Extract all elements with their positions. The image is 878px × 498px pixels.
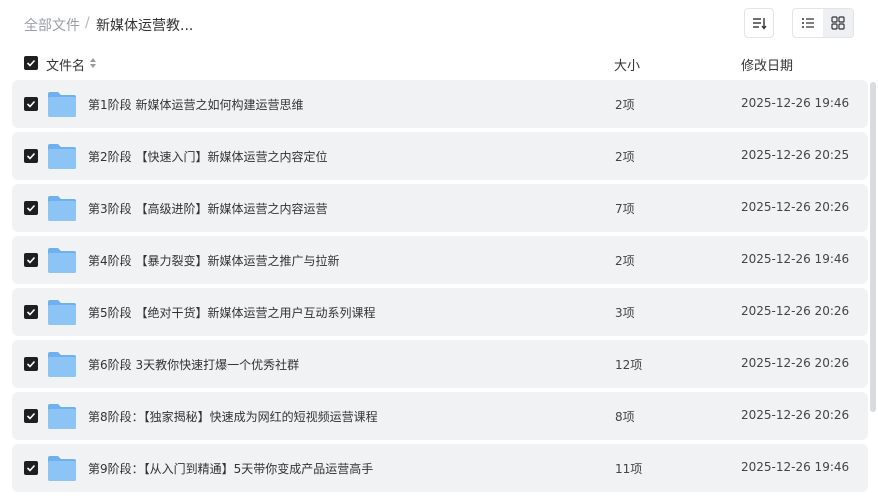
file-size: 2项 (615, 98, 635, 112)
row-checkbox[interactable] (24, 201, 38, 215)
file-date: 2025-12-26 19:46 (741, 96, 850, 110)
file-row[interactable]: 第9阶段：【从入门到精通】5天带你变成产品运营高手 11项 2025-12-26 1… (12, 444, 868, 492)
row-checkbox[interactable] (24, 357, 38, 371)
folder-icon (48, 196, 76, 221)
file-name[interactable]: 第4阶段 【暴力裂变】新媒体运营之推广与拉新 (88, 252, 339, 269)
folder-icon (48, 404, 76, 429)
row-checkbox[interactable] (24, 149, 38, 163)
file-name[interactable]: 第5阶段 【绝对干货】新媒体运营之用户互动系列课程 (88, 304, 375, 321)
check-icon (26, 308, 36, 316)
check-icon (26, 464, 36, 472)
file-size: 7项 (615, 202, 635, 216)
folder-icon (48, 300, 76, 325)
file-date: 2025-12-26 20:26 (741, 200, 850, 214)
file-name[interactable]: 第6阶段 3天教你快速打爆一个优秀社群 (88, 356, 299, 373)
file-date: 2025-12-26 20:26 (741, 304, 850, 318)
row-checkbox[interactable] (24, 461, 38, 475)
file-name[interactable]: 第9阶段：【从入门到精通】5天带你变成产品运营高手 (88, 460, 373, 477)
column-date-header[interactable]: 修改日期 (741, 55, 793, 74)
grid-view-icon (831, 16, 845, 30)
row-checkbox[interactable] (24, 409, 38, 423)
file-size: 8项 (615, 410, 635, 424)
check-icon (26, 100, 36, 108)
file-size: 2项 (615, 150, 635, 164)
file-row[interactable]: 第3阶段 【高级进阶】新媒体运营之内容运营 7项 2025-12-26 20:26 (12, 184, 868, 232)
file-size: 2项 (615, 254, 635, 268)
row-checkbox[interactable] (24, 253, 38, 267)
file-size: 3项 (615, 306, 635, 320)
file-size: 12项 (615, 358, 643, 372)
grid-view-button[interactable] (823, 9, 853, 37)
folder-icon (48, 248, 76, 273)
sort-button[interactable] (744, 8, 774, 38)
row-checkbox[interactable] (24, 305, 38, 319)
sort-list-icon (753, 18, 767, 30)
file-name[interactable]: 第2阶段 【快速入门】新媒体运营之内容定位 (88, 148, 327, 165)
folder-icon (48, 456, 76, 481)
folder-icon (48, 92, 76, 117)
file-size: 11项 (615, 462, 643, 476)
check-icon (26, 59, 36, 67)
file-row[interactable]: 第8阶段：【独家揭秘】快速成为网红的短视频运营课程 8项 2025-12-26 20… (12, 392, 868, 440)
file-row[interactable]: 第5阶段 【绝对干货】新媒体运营之用户互动系列课程 3项 2025-12-26 20… (12, 288, 868, 336)
breadcrumb-current: 新媒体运营教... (96, 18, 194, 34)
list-view-button[interactable] (793, 9, 823, 37)
file-date: 2025-12-26 20:26 (741, 356, 850, 370)
column-header-row: 文件名 大小 修改日期 (0, 50, 878, 78)
row-checkbox[interactable] (24, 97, 38, 111)
file-name[interactable]: 第8阶段：【独家揭秘】快速成为网红的短视频运营课程 (88, 408, 378, 425)
breadcrumb-root[interactable]: 全部文件 (24, 15, 80, 35)
list-view-icon (802, 18, 814, 28)
file-row[interactable]: 第4阶段 【暴力裂变】新媒体运营之推广与拉新 2项 2025-12-26 19:46 (12, 236, 868, 284)
check-icon (26, 204, 36, 212)
file-row[interactable]: 第6阶段 3天教你快速打爆一个优秀社群 12项 2025-12-26 20:26 (12, 340, 868, 388)
check-icon (26, 152, 36, 160)
file-date: 2025-12-26 19:46 (741, 460, 850, 474)
file-row[interactable]: 第2阶段 【快速入门】新媒体运营之内容定位 2项 2025-12-26 20:25 (12, 132, 868, 180)
check-icon (26, 360, 36, 368)
file-row[interactable]: 第1阶段 新媒体运营之如何构建运营思维 2项 2025-12-26 19:46 (12, 80, 868, 128)
sort-toggle-icon[interactable] (89, 57, 97, 69)
file-date: 2025-12-26 20:26 (741, 408, 850, 422)
check-icon (26, 412, 36, 420)
view-toggle-group (792, 8, 854, 38)
check-icon (26, 256, 36, 264)
file-list: 第1阶段 新媒体运营之如何构建运营思维 2项 2025-12-26 19:46 第2阶… (12, 80, 868, 496)
file-date: 2025-12-26 19:46 (741, 252, 850, 266)
folder-icon (48, 144, 76, 169)
folder-icon (48, 352, 76, 377)
file-name[interactable]: 第3阶段 【高级进阶】新媒体运营之内容运营 (88, 200, 327, 217)
select-all-checkbox[interactable] (24, 56, 38, 70)
vertical-scrollbar[interactable] (870, 82, 876, 412)
file-name[interactable]: 第1阶段 新媒体运营之如何构建运营思维 (88, 96, 303, 113)
breadcrumb-separator: / (85, 15, 90, 31)
column-size-header[interactable]: 大小 (614, 55, 640, 74)
top-bar: 全部文件 / 新媒体运营教... (0, 0, 878, 48)
column-name-header[interactable]: 文件名 (46, 55, 85, 74)
file-date: 2025-12-26 20:25 (741, 148, 850, 162)
